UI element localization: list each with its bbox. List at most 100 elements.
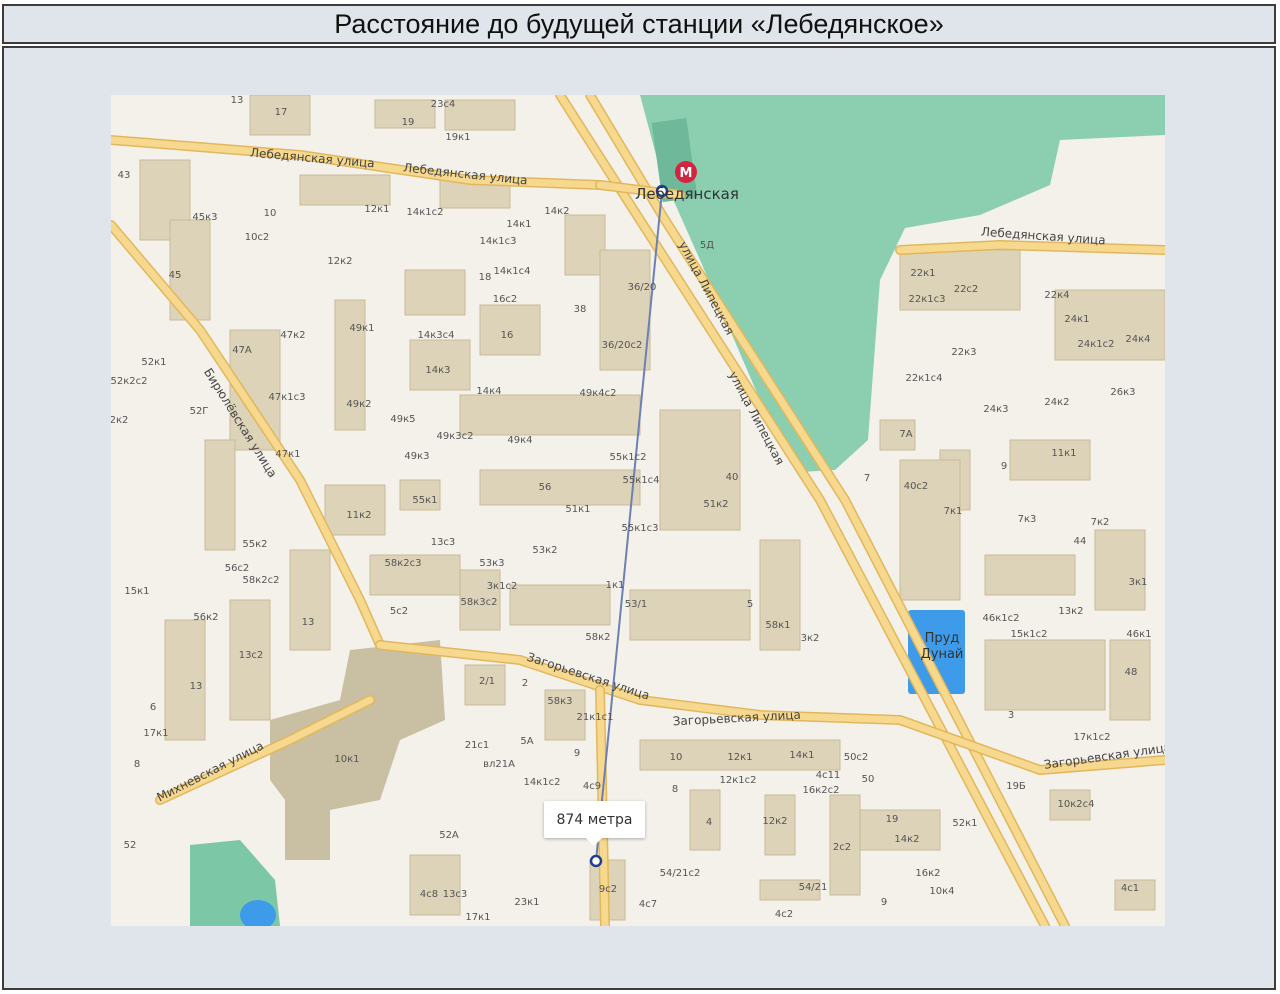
building-number-label: 13: [190, 681, 203, 692]
building-number-label: 6: [150, 702, 156, 713]
building-number-label: 12к1: [364, 204, 389, 215]
building-number-label: 3к1с2: [487, 581, 518, 592]
building: [984, 554, 1076, 596]
street-label: Загорьевская улица: [525, 650, 651, 703]
building-number-label: вл21А: [483, 759, 515, 770]
building-number-label: 38: [574, 304, 587, 315]
building-number-label: 56с2: [225, 563, 250, 574]
building-number-label: 53к3: [479, 558, 504, 569]
building-number-label: 23к1: [514, 897, 539, 908]
street-label: Лебедянская улица: [250, 146, 376, 171]
building: [509, 584, 611, 626]
building-number-label: 58к2: [585, 632, 610, 643]
building-number-label: 22к4: [1044, 290, 1069, 301]
building-number-label: 7А: [899, 429, 912, 440]
building-number-label: 52к1: [141, 357, 166, 368]
building-number-label: 2с2: [833, 842, 851, 853]
building-number-label: 55к1с3: [622, 523, 659, 534]
building-number-label: 48: [1125, 667, 1138, 678]
building-number-label: 10: [264, 208, 277, 219]
building-number-label: 45: [169, 270, 182, 281]
building-number-label: 22к1с4: [906, 373, 943, 384]
building-number-label: 22к1: [910, 268, 935, 279]
building-number-label: 22к3: [951, 347, 976, 358]
building-number-label: 4с11: [816, 770, 841, 781]
building-number-label: 8: [672, 784, 678, 795]
building-number-label: 7: [864, 473, 870, 484]
building-number-label: 7к2: [1091, 517, 1110, 528]
building-number-label: 5Д: [700, 240, 714, 251]
building-number-label: 12к1: [727, 752, 752, 763]
building-number-label: 9: [574, 748, 580, 759]
building-number-label: 23с4: [431, 99, 456, 110]
building-number-label: 13: [302, 617, 315, 628]
building-number-label: 49к1: [349, 323, 374, 334]
building-8-complex: [270, 640, 445, 860]
building-number-label: 2к2: [111, 415, 128, 426]
building-number-label: 50: [862, 774, 875, 785]
building-number-label: 7к1: [944, 506, 963, 517]
building-number-label: 2: [522, 678, 528, 689]
building: [459, 394, 641, 436]
building-number-label: 12к2: [762, 816, 787, 827]
building: [599, 249, 651, 371]
building-number-label: 58к2с2: [243, 575, 280, 586]
building-number-label: 14к3с4: [418, 330, 455, 341]
pond-label: Дунай: [921, 647, 964, 662]
building-number-label: 22с2: [954, 284, 979, 295]
building-number-label: 10к1: [334, 754, 359, 765]
building-number-label: 5с2: [390, 606, 408, 617]
building: [479, 469, 641, 506]
building-number-label: 26к3: [1110, 387, 1135, 398]
building-number-label: 10с2: [245, 232, 270, 243]
building-number-label: 16к2с2: [803, 785, 840, 796]
building: [629, 589, 751, 641]
building-number-label: 19: [402, 117, 415, 128]
building-number-label: 55к1с2: [610, 452, 647, 463]
building: [204, 439, 236, 551]
building: [1094, 529, 1146, 611]
building-number-label: 13с3: [431, 537, 456, 548]
building: [444, 99, 516, 131]
building-number-label: 43: [118, 170, 131, 181]
street-label: Михневская улица: [154, 738, 265, 804]
page-title: Расстояние до будущей станции «Лебедянск…: [334, 8, 944, 39]
building-number-label: 47к1: [275, 449, 300, 460]
building-number-label: 15к1с2: [1011, 629, 1048, 640]
building-number-label: 46к1: [1126, 629, 1151, 640]
building-number-label: 53к2: [532, 545, 557, 556]
building-number-label: 10к4: [929, 886, 954, 897]
building-number-label: 17к1: [465, 912, 490, 923]
building-number-label: 4с9: [583, 781, 601, 792]
building: [1009, 439, 1091, 481]
building: [299, 174, 391, 206]
building-number-label: 21с1: [465, 740, 490, 751]
building-number-label: 9с2: [599, 884, 617, 895]
building-number-label: 49к4с2: [580, 388, 617, 399]
building-number-label: 51к1: [565, 504, 590, 515]
building: [404, 269, 466, 316]
building-number-label: 12к1с2: [720, 775, 757, 786]
building-number-label: 52к2с2: [111, 376, 148, 387]
building-number-label: 14к1: [506, 219, 531, 230]
building: [759, 539, 801, 651]
building-number-label: 49к3: [404, 451, 429, 462]
building: [289, 549, 331, 651]
building-number-label: 4с8: [420, 889, 438, 900]
building-number-label: 24к1: [1064, 314, 1089, 325]
building-number-label: 52к1: [952, 818, 977, 829]
pond-label: Пруд: [925, 631, 960, 646]
building-number-label: 19Б: [1006, 781, 1026, 792]
building-number-label: 9: [1001, 461, 1007, 472]
building: [659, 409, 741, 531]
building-number-label: 5: [747, 599, 753, 610]
building-number-label: 16: [501, 330, 514, 341]
building-number-label: 56к2: [193, 612, 218, 623]
building-number-label: 3к2: [801, 633, 820, 644]
building: [564, 214, 606, 276]
building-number-label: 58к2с3: [385, 558, 422, 569]
building-number-label: 10: [670, 752, 683, 763]
building-number-label: 49к3с2: [437, 431, 474, 442]
building-number-label: 12к2: [327, 256, 352, 267]
building-number-label: 15к1: [124, 586, 149, 597]
